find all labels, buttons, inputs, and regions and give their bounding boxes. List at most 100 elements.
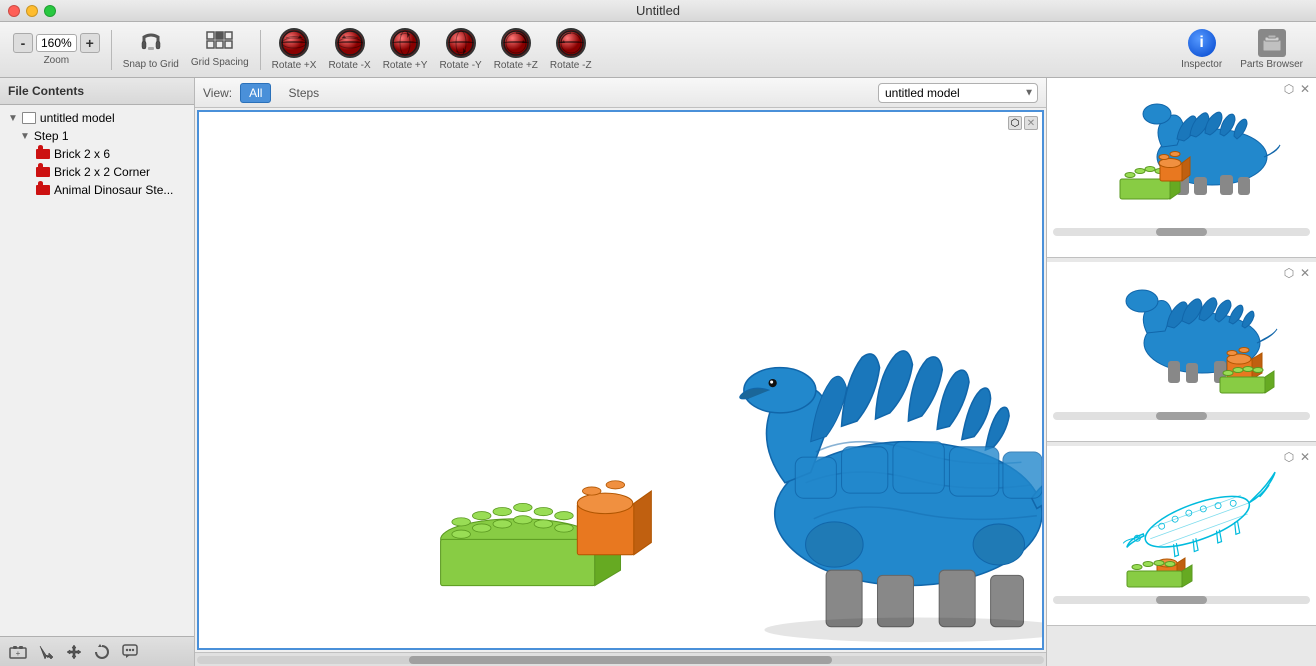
close-button[interactable]: [8, 5, 20, 17]
tree-label-root: untitled model: [40, 111, 115, 125]
scrollbar-thumb: [409, 656, 833, 664]
zoom-control: - 160% + Zoom: [8, 30, 105, 69]
panel-expand-3[interactable]: ⬡: [1282, 450, 1296, 464]
rotate-py-icon: [390, 28, 420, 58]
minimize-button[interactable]: [26, 5, 38, 17]
snap-svg: [139, 31, 163, 55]
maximize-button[interactable]: [44, 5, 56, 17]
rotate-pz-icon: [501, 28, 531, 58]
rotate-py-button[interactable]: Rotate +Y: [378, 25, 433, 74]
inspector-button[interactable]: i Inspector: [1176, 26, 1227, 73]
panel-scrollbar-2[interactable]: [1053, 412, 1310, 420]
view-label: View:: [203, 86, 232, 100]
file-tree: ▼ untitled model ▼ Step 1 Brick 2 x 6 Br…: [0, 105, 194, 636]
panel-item-2: ⬡ ✕: [1047, 262, 1316, 442]
rotate-tool-icon: [94, 644, 110, 660]
zoom-minus-button[interactable]: -: [13, 33, 33, 53]
tree-item-brick1[interactable]: Brick 2 x 6: [0, 145, 194, 163]
rotate-px-button[interactable]: Rotate +X: [267, 25, 322, 74]
panel-item-3: ⬡ ✕: [1047, 446, 1316, 626]
rotate-tool-button[interactable]: [90, 641, 114, 663]
viewport: View: All Steps untitled model ▼ ⬡ ✕: [195, 78, 1046, 666]
file-icon-root: [22, 112, 36, 124]
panel-scrollbar-thumb-2: [1156, 412, 1207, 420]
toolbar: - 160% + Zoom Snap to Grid: [0, 22, 1316, 78]
viewport-scrollbar[interactable]: [195, 652, 1046, 666]
grid-spacing-button[interactable]: Grid Spacing: [186, 28, 254, 71]
rotate-pz-label: Rotate +Z: [494, 60, 538, 71]
panel-svg-1: [1072, 87, 1292, 222]
snap-icon: [137, 29, 165, 57]
tree-label-dino: Animal Dinosaur Ste...: [54, 183, 173, 197]
panel-expand-1[interactable]: ⬡: [1282, 82, 1296, 96]
move-tool-button[interactable]: [62, 641, 86, 663]
window-title: Untitled: [636, 3, 680, 18]
view-all-button[interactable]: All: [240, 83, 271, 103]
rotate-ny-svg: [448, 30, 474, 56]
rotate-nz-button[interactable]: Rotate -Z: [545, 25, 597, 74]
tree-arrow-step1: ▼: [20, 131, 30, 142]
rotate-nx-label: Rotate -X: [328, 60, 370, 71]
right-panel: ⬡ ✕: [1046, 78, 1316, 666]
add-tool-icon: +: [9, 644, 27, 660]
window-controls: [8, 5, 56, 17]
rotate-nz-label: Rotate -Z: [550, 60, 592, 71]
tree-arrow-root: ▼: [8, 113, 18, 124]
panel-close-3[interactable]: ✕: [1298, 450, 1312, 464]
tree-item-dino[interactable]: Animal Dinosaur Ste...: [0, 181, 194, 199]
tree-label-brick1: Brick 2 x 6: [54, 147, 110, 161]
panel-svg-3: [1072, 445, 1292, 600]
tree-item-root[interactable]: ▼ untitled model: [0, 109, 194, 127]
snap-to-grid-button[interactable]: Snap to Grid: [118, 26, 184, 73]
select-tool-button[interactable]: [34, 641, 58, 663]
rotate-pz-svg: [503, 30, 529, 56]
move-tool-icon: [66, 644, 82, 660]
view-steps-button[interactable]: Steps: [279, 83, 328, 103]
inspector-label: Inspector: [1181, 59, 1222, 70]
rotate-ny-icon: [446, 28, 476, 58]
croc-transform: [1118, 472, 1291, 573]
orange-brick-group: [577, 481, 651, 555]
tree-label-step1: Step 1: [34, 129, 69, 143]
add-tool-button[interactable]: +: [6, 641, 30, 663]
rotate-nx-icon: [335, 28, 365, 58]
panel-close-1[interactable]: ✕: [1298, 82, 1312, 96]
tree-item-brick2[interactable]: Brick 2 x 2 Corner: [0, 163, 194, 181]
panel-close-2[interactable]: ✕: [1298, 266, 1312, 280]
rotate-pz-button[interactable]: Rotate +Z: [489, 25, 543, 74]
grid-spacing-icon: [206, 31, 234, 55]
svg-text:+: +: [16, 649, 21, 658]
zoom-plus-button[interactable]: +: [80, 33, 100, 53]
panel-scrollbar-1[interactable]: [1053, 228, 1310, 236]
rotate-px-icon: [279, 28, 309, 58]
grid-icon-svg: [206, 31, 234, 55]
parts-browser-icon: [1258, 29, 1286, 57]
panel-scrollbar-3[interactable]: [1053, 596, 1310, 604]
rotate-ny-button[interactable]: Rotate -Y: [434, 25, 486, 74]
scene-svg: [199, 112, 1042, 648]
canvas-expand-button[interactable]: ⬡: [1008, 116, 1022, 130]
panel-expand-2[interactable]: ⬡: [1282, 266, 1296, 280]
model-select[interactable]: untitled model: [878, 83, 1038, 103]
brick-icon-2: [36, 167, 50, 177]
panel-scrollbar-thumb-1: [1156, 228, 1207, 236]
toolbar-right: i Inspector Parts Browser: [1176, 26, 1308, 73]
panel-svg-2: [1072, 271, 1292, 406]
parts-browser-button[interactable]: Parts Browser: [1235, 26, 1308, 73]
panel-item-1: ⬡ ✕: [1047, 78, 1316, 258]
comment-tool-button[interactable]: [118, 641, 142, 663]
rotate-nz-svg: [558, 30, 584, 56]
tree-item-step1[interactable]: ▼ Step 1: [0, 127, 194, 145]
rotate-px-svg: [281, 30, 307, 56]
viewport-canvas[interactable]: ⬡ ✕: [197, 110, 1044, 650]
parts-browser-label: Parts Browser: [1240, 59, 1303, 70]
divider1: [111, 30, 112, 70]
panel-thumbnail-1: [1053, 84, 1310, 224]
rotate-nx-button[interactable]: Rotate -X: [323, 25, 375, 74]
sidebar-header: File Contents: [0, 78, 194, 105]
main-area: File Contents ▼ untitled model ▼ Step 1 …: [0, 78, 1316, 666]
panel-thumbnail-2: [1053, 268, 1310, 408]
rotate-px-label: Rotate +X: [272, 60, 317, 71]
canvas-close-button[interactable]: ✕: [1024, 116, 1038, 130]
scrollbar-track: [197, 656, 1044, 664]
